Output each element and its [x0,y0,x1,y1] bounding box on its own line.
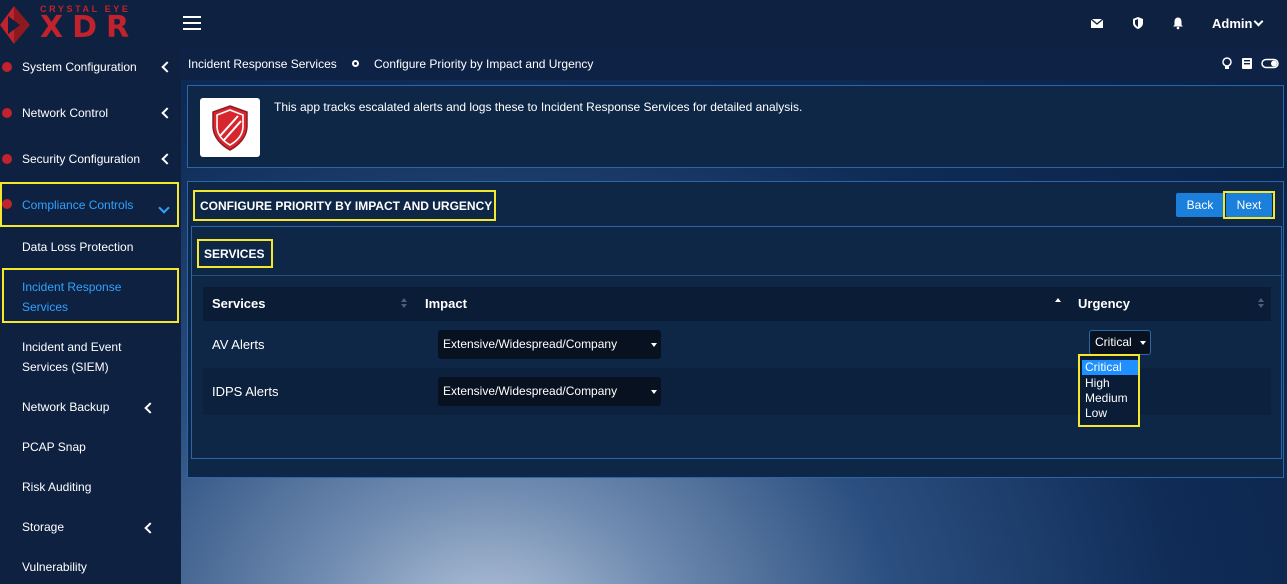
sidebar-subitem-label-line2: Services (SIEM) [22,360,109,374]
chevron-down-icon [158,202,170,214]
chevron-left-icon [161,107,173,119]
impact-select-value: Extensive/Widespread/Company [443,384,618,398]
sidebar-item-system-configuration[interactable]: System Configuration [0,59,181,75]
sidebar-item-label: Security Configuration [22,152,141,166]
urgency-option-high[interactable]: High [1082,376,1138,391]
logo-big-text: XDR [40,10,139,45]
caret-down-icon [651,343,657,347]
urgency-option-low[interactable]: Low [1082,406,1138,421]
back-button[interactable]: Back [1176,193,1224,217]
shield-app-icon [212,105,248,151]
sort-icon[interactable] [401,298,407,308]
column-header-impact[interactable]: Impact [425,296,467,311]
logo-mark-icon [0,6,30,44]
urgency-option-critical[interactable]: Critical [1082,360,1138,375]
sidebar-subitem-risk-auditing[interactable]: Risk Auditing [22,477,91,497]
column-header-services[interactable]: Services [212,296,266,311]
sidebar-subitem-label-line1: Incident and Event [22,340,122,354]
chevron-left-icon [144,522,156,534]
sidebar-subitem-data-loss-protection[interactable]: Data Loss Protection [22,237,133,257]
sidebar-subitem-incident-response-services[interactable]: Incident Response Services [22,277,121,317]
lightbulb-icon[interactable] [1221,57,1233,70]
chevron-left-icon [161,153,173,165]
mail-icon[interactable] [1090,16,1104,30]
config-panel: CONFIGURE PRIORITY BY IMPACT AND URGENCY… [187,181,1284,478]
sidebar-subitem-pcap-snap[interactable]: PCAP Snap [22,437,86,457]
chevron-left-icon [144,402,156,414]
chevron-left-icon [161,61,173,73]
app-info-card: This app tracks escalated alerts and log… [187,85,1284,168]
sidebar-subitem-network-backup[interactable]: Network Backup [22,397,109,417]
toggle-icon[interactable] [1261,57,1279,70]
home-icon [2,62,12,72]
urgency-select-value: Critical [1095,335,1132,349]
impact-select-value: Extensive/Widespread/Company [443,337,618,351]
compliance-icon [2,199,12,209]
urgency-dropdown: Critical High Medium Low [1078,354,1140,427]
impact-select[interactable]: Extensive/Widespread/Company [438,330,661,359]
sidebar-subitem-label-line2: Services [22,300,69,314]
chevron-down-icon [1253,16,1264,27]
sidebar-item-compliance-controls[interactable]: Compliance Controls [0,190,181,220]
breadcrumb-parent[interactable]: Incident Response Services [188,57,337,71]
sidebar-subitem-siem[interactable]: Incident and Event Services (SIEM) [22,337,121,377]
sidebar: CRYSTAL EYE XDR System Configuration Net… [0,0,181,584]
column-header-urgency[interactable]: Urgency [1078,296,1130,311]
urgency-option-medium[interactable]: Medium [1082,391,1138,406]
services-title: SERVICES [204,247,265,261]
app-description: This app tracks escalated alerts and log… [274,100,803,114]
book-icon[interactable] [1241,57,1253,70]
page-title: CONFIGURE PRIORITY BY IMPACT AND URGENCY [200,199,493,213]
user-menu[interactable]: Admin [1212,16,1252,31]
hamburger-menu-icon[interactable] [183,16,201,34]
sort-asc-icon[interactable] [1055,298,1061,308]
impact-select[interactable]: Extensive/Widespread/Company [438,377,661,406]
sidebar-item-label: Compliance Controls [22,198,134,212]
sidebar-subitem-label-line1: Incident Response [22,280,122,294]
sidebar-subitem-storage[interactable]: Storage [22,517,64,537]
shield-icon [2,154,12,164]
caret-down-icon [651,390,657,394]
divider [192,275,1281,276]
topbar: Admin [181,0,1287,48]
caret-down-icon [1140,341,1146,345]
service-name: IDPS Alerts [212,384,279,399]
sidebar-item-network-control[interactable]: Network Control [0,105,181,121]
app-icon [200,98,260,157]
shield-icon[interactable] [1131,16,1145,30]
sidebar-item-label: Network Control [22,106,109,120]
service-name: AV Alerts [212,337,265,352]
breadcrumb-separator-icon [352,60,359,67]
logo[interactable]: CRYSTAL EYE XDR [0,0,181,48]
breadcrumb: Incident Response Services Configure Pri… [181,48,1287,80]
sort-icon[interactable] [1258,298,1264,308]
sidebar-item-label: System Configuration [22,60,137,74]
bell-icon[interactable] [1171,16,1185,30]
urgency-select[interactable]: Critical [1089,330,1151,355]
breadcrumb-current: Configure Priority by Impact and Urgency [374,57,594,71]
network-icon [2,108,12,118]
sidebar-item-security-configuration[interactable]: Security Configuration [0,151,181,167]
sidebar-subitem-vulnerability[interactable]: Vulnerability [22,557,87,577]
table-header: Services Impact Urgency [203,287,1271,321]
next-button[interactable]: Next [1226,193,1272,217]
